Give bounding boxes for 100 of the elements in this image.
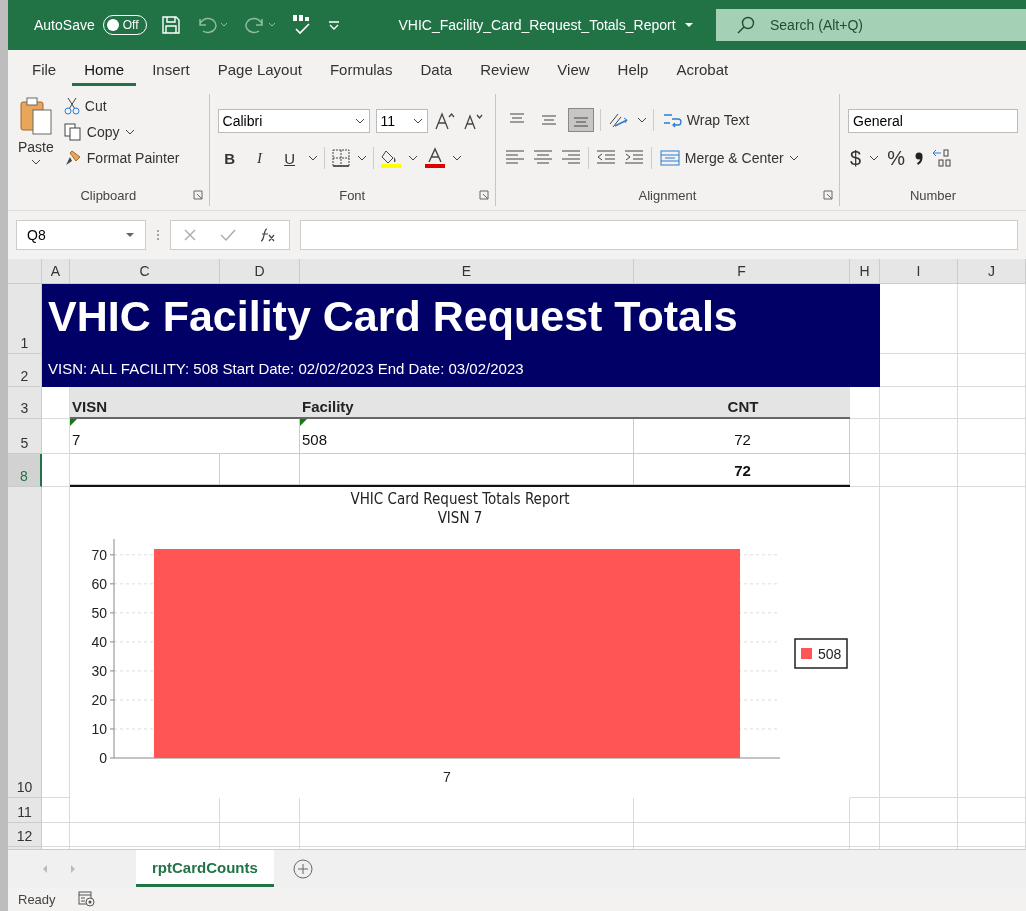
grid-cell[interactable] bbox=[880, 387, 958, 419]
format-painter-button[interactable]: Format Painter bbox=[61, 146, 182, 170]
grid-cell[interactable] bbox=[958, 823, 1026, 847]
grid-cell[interactable] bbox=[958, 284, 1026, 354]
file-name[interactable]: VHIC_Facility_Card_Request_Totals_Report bbox=[398, 17, 676, 33]
row-header[interactable]: 8 bbox=[8, 454, 42, 487]
font-color-icon[interactable] bbox=[423, 147, 446, 169]
wrap-text-button[interactable]: Wrap Text bbox=[659, 108, 752, 132]
grid-cell[interactable] bbox=[634, 823, 850, 847]
dialog-launcher-icon[interactable] bbox=[192, 190, 203, 200]
column-header[interactable]: C bbox=[70, 259, 220, 284]
scroll-right-icon[interactable] bbox=[68, 862, 78, 875]
column-header[interactable]: I bbox=[880, 259, 958, 284]
vertical-align-button[interactable] bbox=[567, 108, 594, 132]
grid-cell[interactable] bbox=[70, 823, 220, 847]
cut-button[interactable]: Cut bbox=[61, 94, 182, 118]
ribbon-tab[interactable]: Home bbox=[72, 54, 137, 86]
grid-cell[interactable] bbox=[42, 798, 70, 823]
decrease-indent-icon[interactable] bbox=[594, 149, 617, 167]
grid-cell[interactable] bbox=[880, 454, 958, 487]
align-left-icon[interactable] bbox=[503, 149, 526, 167]
caret-icon[interactable] bbox=[356, 154, 367, 162]
paste-button[interactable]: Paste bbox=[16, 94, 56, 184]
percent-button[interactable]: % bbox=[885, 146, 907, 170]
align-center-icon[interactable] bbox=[531, 149, 554, 167]
spelling-check-icon[interactable] bbox=[290, 13, 313, 37]
formula-input[interactable] bbox=[300, 220, 1018, 250]
caret-icon[interactable] bbox=[307, 154, 318, 162]
column-header[interactable]: F bbox=[634, 259, 850, 284]
caret-icon[interactable] bbox=[451, 154, 462, 162]
save-icon[interactable] bbox=[160, 15, 181, 35]
increase-indent-icon[interactable] bbox=[622, 149, 645, 167]
sheet-tab[interactable]: rptCardCounts bbox=[136, 850, 274, 887]
caret-icon[interactable] bbox=[683, 21, 694, 29]
name-box[interactable]: Q8 bbox=[16, 220, 146, 250]
wrap-text-icon bbox=[661, 111, 682, 129]
italic-button[interactable]: I bbox=[247, 147, 272, 169]
caret-icon[interactable] bbox=[407, 154, 418, 162]
number-format-field[interactable]: General bbox=[848, 108, 1018, 133]
row-header[interactable]: 3 bbox=[8, 387, 42, 419]
enter-check-icon[interactable] bbox=[219, 227, 237, 243]
align-right-icon[interactable] bbox=[559, 149, 582, 167]
search-field[interactable]: Search (Alt+Q) bbox=[768, 16, 972, 34]
grid-cell[interactable] bbox=[42, 823, 70, 847]
merge-center-button[interactable]: Merge & Center bbox=[657, 146, 801, 170]
currency-button[interactable]: $ bbox=[848, 146, 864, 170]
select-all-button[interactable] bbox=[8, 259, 42, 284]
grid-cell[interactable] bbox=[958, 487, 1026, 798]
grid-cell[interactable] bbox=[880, 487, 958, 798]
bold-button[interactable]: B bbox=[217, 147, 242, 169]
column-header[interactable]: D bbox=[220, 259, 300, 284]
dialog-launcher-icon[interactable] bbox=[823, 190, 833, 200]
caret-icon[interactable] bbox=[869, 154, 880, 162]
grow-font-icon[interactable] bbox=[433, 111, 456, 131]
grid-cell[interactable] bbox=[958, 419, 1026, 454]
ribbon-tab[interactable]: Help bbox=[605, 54, 661, 86]
ribbon-tab[interactable]: Insert bbox=[140, 54, 202, 86]
ribbon-tab[interactable]: Acrobat bbox=[664, 54, 741, 86]
ribbon-tab[interactable]: View bbox=[545, 54, 602, 86]
total-cell: 72 bbox=[634, 454, 850, 485]
grid-cell[interactable] bbox=[850, 419, 880, 454]
ribbon-tab[interactable]: Formulas bbox=[317, 54, 405, 86]
grid-cell[interactable] bbox=[958, 387, 1026, 419]
grid-cell[interactable] bbox=[880, 798, 958, 823]
column-header[interactable]: J bbox=[958, 259, 1026, 284]
search-box[interactable]: Search (Alt+Q) bbox=[716, 9, 1026, 41]
ribbon-tab[interactable]: Data bbox=[408, 54, 465, 86]
font-size-field[interactable]: 11 bbox=[375, 109, 428, 133]
add-sheet-icon[interactable] bbox=[291, 857, 314, 880]
column-header[interactable]: H bbox=[850, 259, 880, 284]
row-header[interactable]: 5 bbox=[8, 419, 42, 454]
grid-cell[interactable] bbox=[880, 823, 958, 847]
grid-cell[interactable] bbox=[880, 419, 958, 454]
underline-button[interactable]: U bbox=[277, 147, 302, 169]
grid-cell[interactable] bbox=[300, 823, 634, 847]
row-header[interactable]: 10 bbox=[8, 487, 42, 798]
caret-icon[interactable] bbox=[636, 116, 647, 124]
dialog-launcher-icon[interactable] bbox=[478, 190, 489, 200]
font-name-field[interactable]: Calibri bbox=[217, 109, 370, 133]
grid-cell[interactable] bbox=[958, 798, 1026, 823]
grid-cell[interactable] bbox=[220, 823, 300, 847]
copy-button[interactable]: Copy bbox=[61, 120, 182, 144]
row-header[interactable]: 2 bbox=[8, 354, 42, 387]
grid-cell[interactable] bbox=[850, 823, 880, 847]
accessibility-icon[interactable] bbox=[77, 891, 96, 907]
row-header[interactable]: 11 bbox=[8, 798, 42, 823]
ribbon-tab[interactable]: Review bbox=[468, 54, 542, 86]
grid-cell[interactable] bbox=[850, 454, 880, 487]
ribbon-tab[interactable]: File bbox=[20, 54, 69, 86]
grid-cell[interactable] bbox=[850, 798, 880, 823]
row-header[interactable]: 12 bbox=[8, 823, 42, 847]
column-header[interactable]: E bbox=[300, 259, 634, 284]
grid-cell[interactable] bbox=[958, 454, 1026, 487]
ribbon-tab[interactable]: Page Layout bbox=[205, 54, 314, 86]
customize-icon[interactable] bbox=[326, 18, 341, 32]
borders-icon[interactable] bbox=[330, 148, 351, 168]
row-header[interactable]: 1 bbox=[8, 284, 42, 354]
grid-cell[interactable] bbox=[958, 354, 1026, 387]
column-header[interactable]: A bbox=[42, 259, 70, 284]
redo-icon[interactable] bbox=[242, 15, 277, 35]
